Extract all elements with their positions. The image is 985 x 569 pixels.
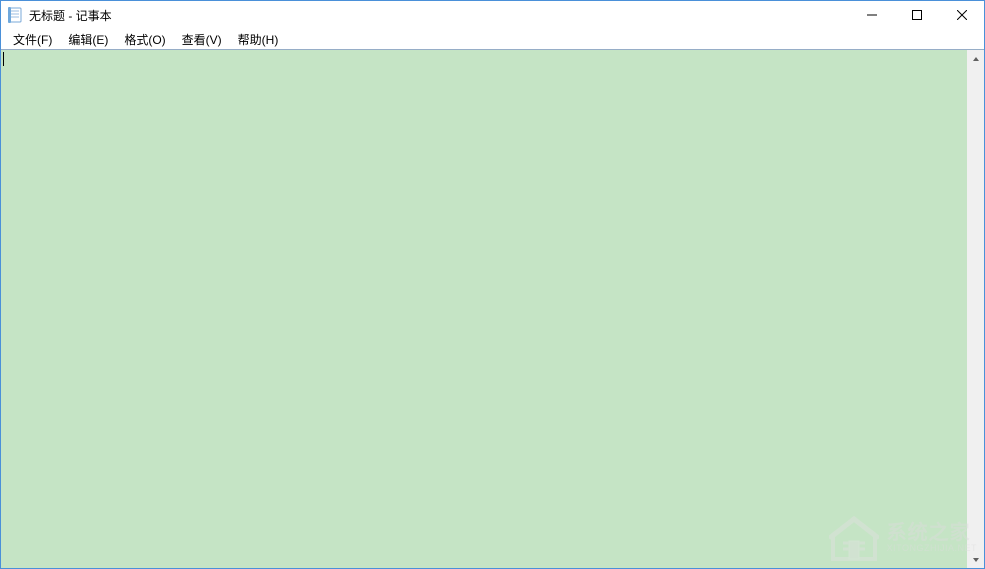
notepad-window: 无标题 - 记事本 文件(F) 编辑(E) 格式(O) 查看(V) 帮助(H) (0, 0, 985, 569)
window-controls (849, 1, 984, 29)
window-title: 无标题 - 记事本 (29, 7, 112, 24)
text-editor[interactable] (1, 50, 967, 568)
maximize-button[interactable] (894, 1, 939, 29)
menu-file[interactable]: 文件(F) (5, 29, 60, 50)
menu-help[interactable]: 帮助(H) (230, 29, 287, 50)
text-cursor (3, 52, 4, 66)
menubar: 文件(F) 编辑(E) 格式(O) 查看(V) 帮助(H) (1, 29, 984, 49)
vertical-scrollbar[interactable] (967, 50, 984, 568)
close-button[interactable] (939, 1, 984, 29)
titlebar-left: 无标题 - 记事本 (7, 7, 112, 24)
scroll-up-arrow[interactable] (967, 50, 984, 67)
menu-edit[interactable]: 编辑(E) (60, 29, 116, 50)
scroll-track[interactable] (967, 67, 984, 551)
scroll-down-arrow[interactable] (967, 551, 984, 568)
menu-view[interactable]: 查看(V) (174, 29, 230, 50)
editor-container (1, 49, 984, 568)
notepad-icon (7, 7, 23, 23)
menu-format[interactable]: 格式(O) (116, 29, 173, 50)
titlebar[interactable]: 无标题 - 记事本 (1, 1, 984, 29)
minimize-button[interactable] (849, 1, 894, 29)
